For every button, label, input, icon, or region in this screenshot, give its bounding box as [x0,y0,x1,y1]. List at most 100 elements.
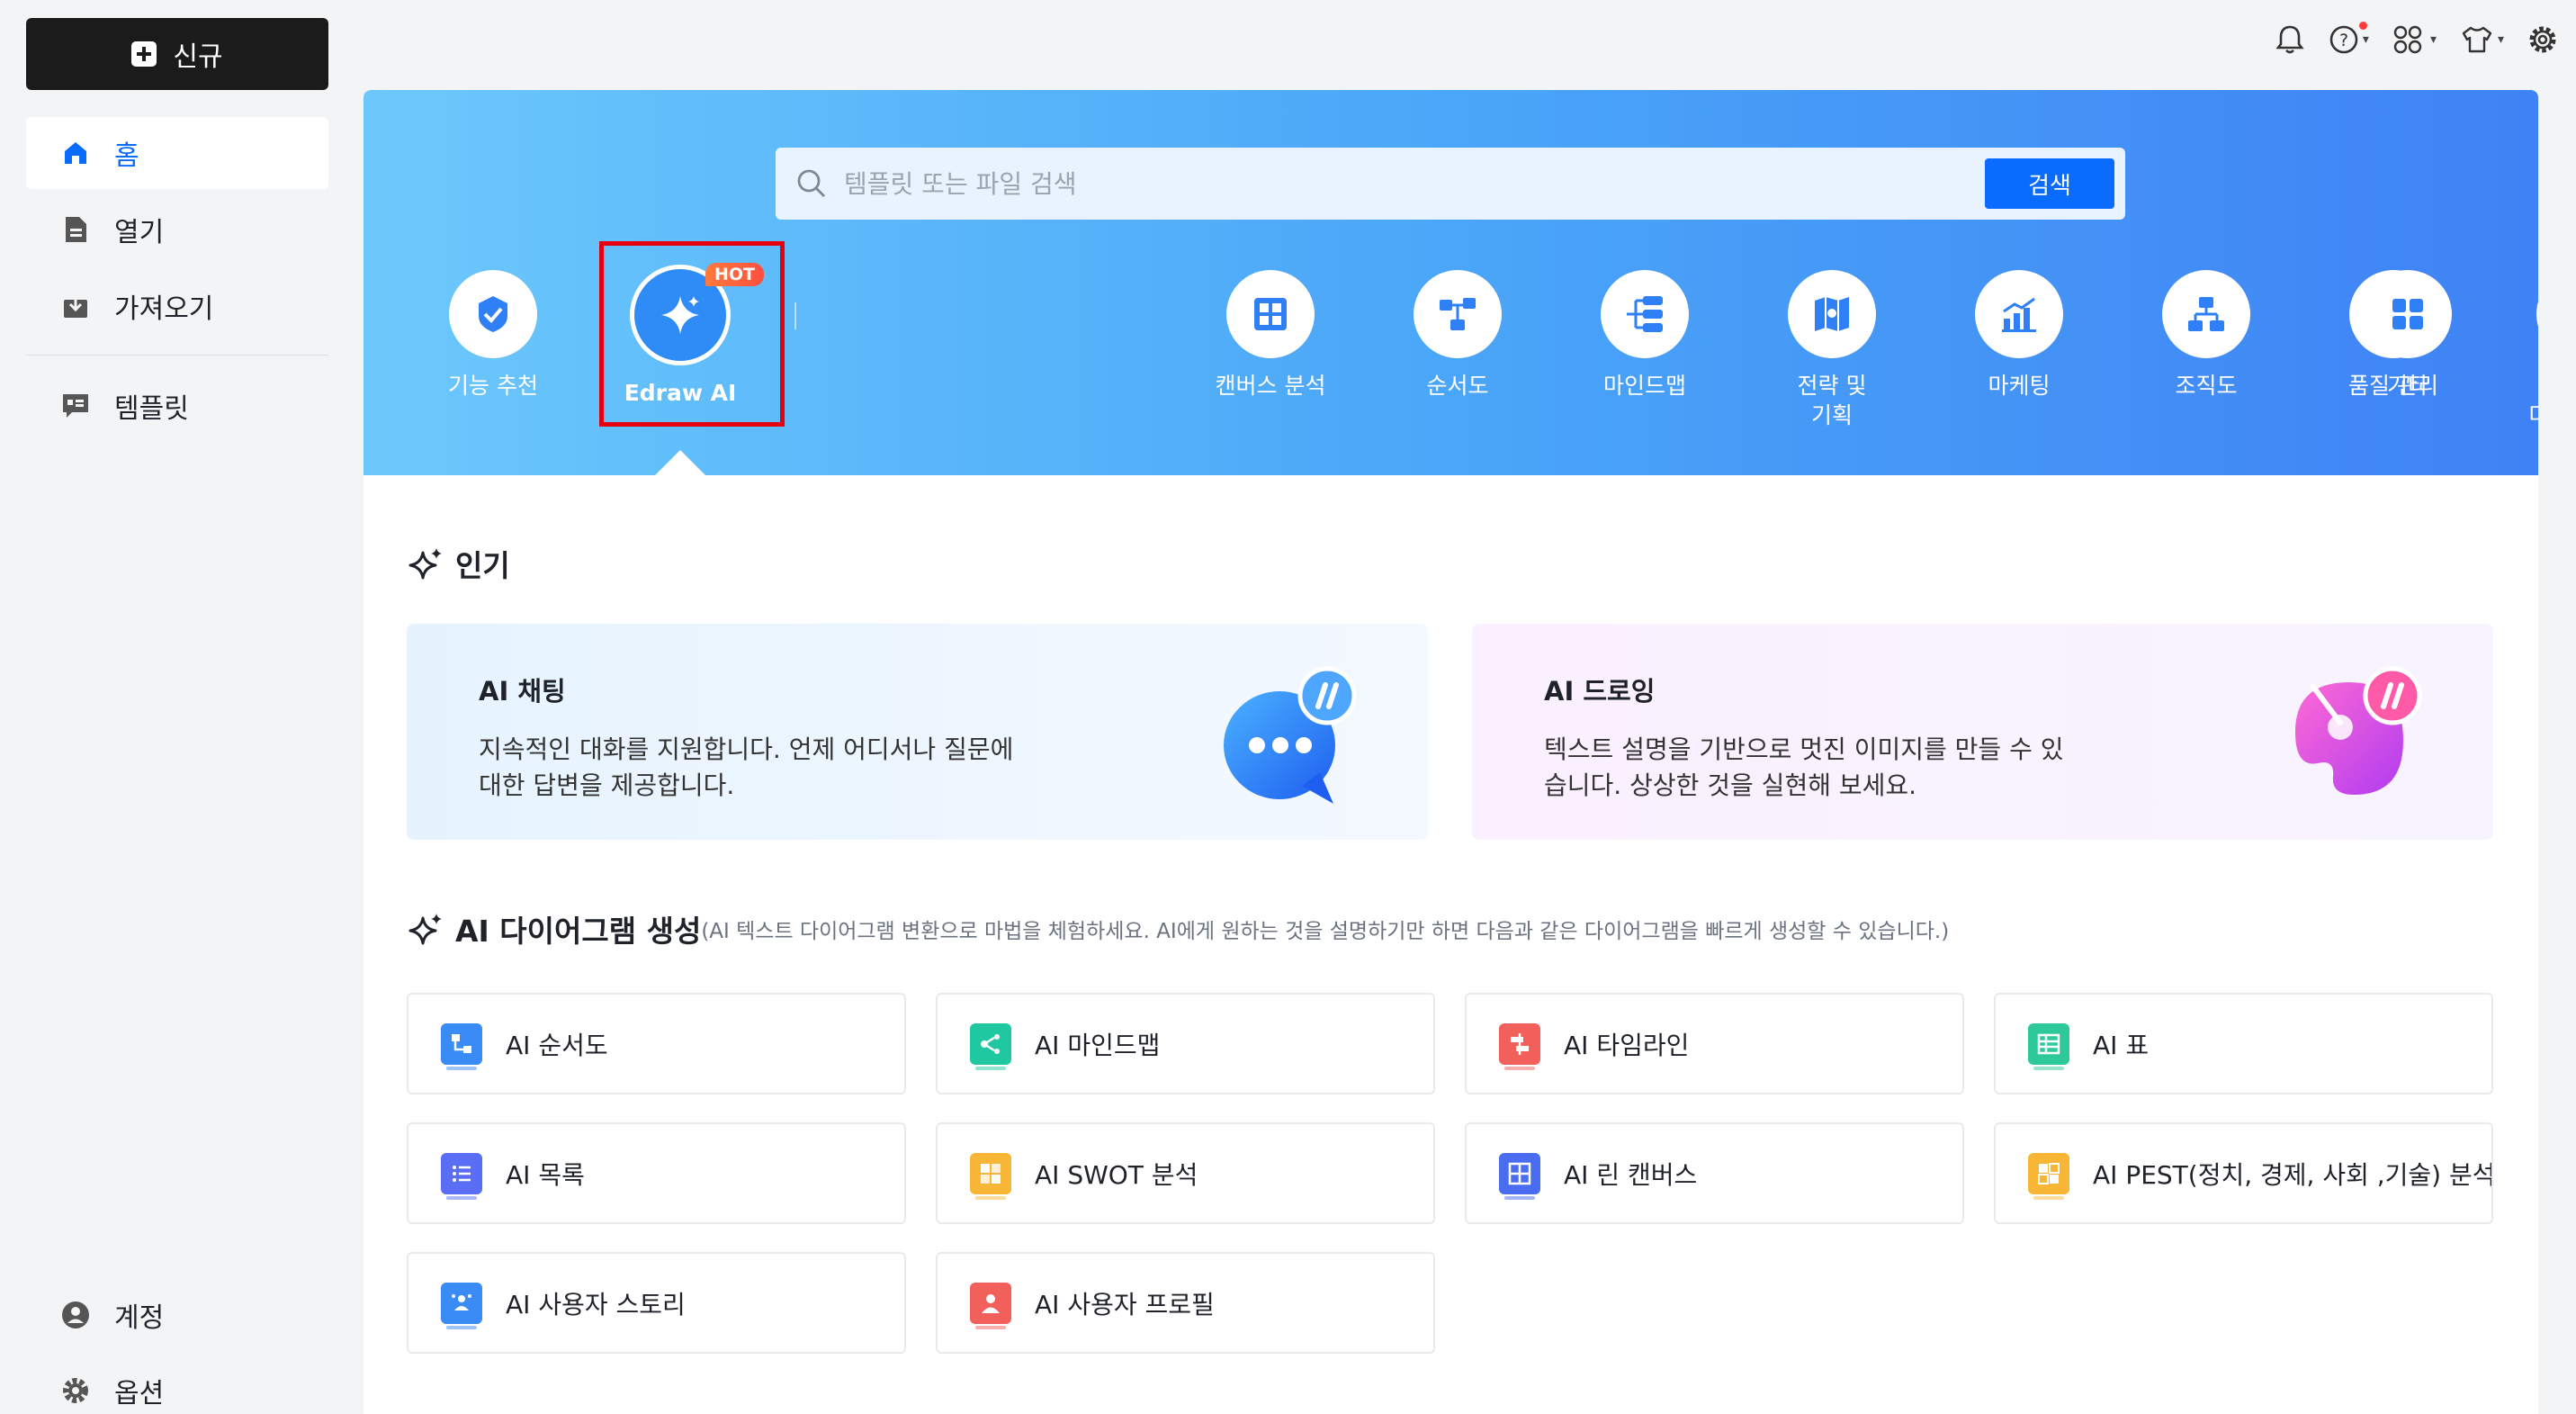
notification-dot [2358,22,2367,30]
sparkle-icon [408,914,442,945]
ai-item-label: AI SWOT 분석 [1035,1159,1198,1190]
pest-icon [2028,1152,2069,1200]
file-icon [60,214,91,245]
apps-button[interactable]: ▾ [2392,20,2437,59]
search-input[interactable] [828,148,1985,220]
sidebar-item-templates[interactable]: 템플릿 [26,370,328,442]
ai-pest-item[interactable]: AI PEST(정치, 경제, 사회 ,기술) 분석 [1994,1122,2493,1224]
canvas-icon [1499,1152,1540,1200]
main-panel: 검색 기능 추천 HOT Edraw AI 캔버스 분석 [364,90,2538,1414]
ai-drawing-description: 텍스트 설명을 기반으로 멋진 이미지를 만들 수 있습니다. 상상한 것을 실… [1544,734,2064,800]
category-label: 마인드맵 [1602,373,1686,399]
category-mindmap[interactable]: 마인드맵 [1564,270,1726,401]
swot-icon [970,1152,1011,1200]
ai-table-item[interactable]: AI 표 [1994,993,2493,1094]
gear-icon [60,1375,91,1406]
category-strategy[interactable]: 전략 및 기획 [1751,270,1913,430]
ai-item-label: AI PEST(정치, 경제, 사회 ,기술) 분석 [2093,1159,2493,1190]
ai-user-story-item[interactable]: AI 사용자 스토리 [407,1252,906,1354]
sidebar-item-account[interactable]: 계정 [26,1279,328,1351]
org-chart-icon [2162,270,2250,358]
others-grid-icon [2364,270,2452,358]
chat-bubble-icon [1224,666,1357,804]
ai-item-label: AI 순서도 [506,1030,608,1060]
category-canvas-analysis[interactable]: 캔버스 분석 [1189,270,1351,401]
ai-diagram-subtitle: (AI 텍스트 다이어그램 변환으로 마법을 체험하세요. AI에게 원하는 것… [701,920,1950,943]
ai-lean-canvas-item[interactable]: AI 린 캔버스 [1465,1122,1964,1224]
shirt-icon [2462,26,2492,53]
featured-icon [449,270,537,358]
ai-chat-description: 지속적인 대화를 지원합니다. 언제 어디서나 질문에 대한 답변을 제공합니다… [479,734,1014,800]
ai-chat-card[interactable]: AI 채팅 지속적인 대화를 지원합니다. 언제 어디서나 질문에 대한 답변을… [407,624,1428,840]
ai-item-label: AI 사용자 프로필 [1035,1289,1215,1319]
sidebar-item-label: 계정 [114,1302,165,1334]
category-featured[interactable]: 기능 추천 [412,270,574,401]
sidebar: 신규 홈 열기 가져오기 템플릿 계정 옵션 [0,0,351,1414]
popular-section-title: 인기 [408,542,510,585]
help-button[interactable]: ? ▾ [2329,20,2369,59]
chevron-down-icon: ▾ [2497,32,2504,47]
flowchart-icon [1414,270,1502,358]
list-icon [441,1152,482,1200]
new-button[interactable]: 신규 [26,18,328,90]
ai-flowchart-item[interactable]: AI 순서도 [407,993,906,1094]
table-icon [2028,1022,2069,1070]
sidebar-item-options[interactable]: 옵션 [26,1355,328,1414]
category-org-chart[interactable]: 조직도 [2125,270,2287,401]
timeline-icon [1499,1022,1540,1070]
mindmap-icon [970,1022,1011,1070]
sidebar-item-home[interactable]: 홈 [26,117,328,189]
settings-button[interactable] [2527,20,2558,59]
selected-indicator [653,450,707,477]
sidebar-item-label: 옵션 [114,1378,165,1409]
plus-icon [131,41,157,67]
account-icon [60,1300,91,1330]
chevron-down-icon: ▾ [2362,32,2369,47]
skin-button[interactable]: ▾ [2460,20,2504,59]
category-marketing[interactable]: 마케팅 [1938,270,2100,401]
category-label: 조직도 [2175,373,2238,399]
sidebar-item-label: 템플릿 [114,393,189,425]
category-label: 캔버스 분석 [1215,373,1326,399]
category-banner: 검색 기능 추천 HOT Edraw AI 캔버스 분석 [364,90,2538,477]
gear-icon [2529,26,2556,53]
category-basic-diagram[interactable]: 기본 다이어그램 [2500,270,2538,430]
sidebar-item-import[interactable]: 가져오기 [26,270,328,342]
ai-item-label: AI 목록 [506,1159,585,1190]
template-icon [60,391,91,421]
category-label: 기본 다이어그램 [2528,371,2538,430]
ai-mindmap-item[interactable]: AI 마인드맵 [936,993,1435,1094]
palette-icon [2295,666,2422,795]
category-label: 마케팅 [1988,373,2051,399]
highlight-box [599,241,785,427]
ai-item-label: AI 표 [2093,1030,2150,1060]
new-button-label: 신규 [173,41,223,73]
ai-swot-item[interactable]: AI SWOT 분석 [936,1122,1435,1224]
chevron-down-icon: ▾ [2429,32,2437,47]
ai-item-label: AI 사용자 스토리 [506,1289,686,1319]
notification-button[interactable] [2275,20,2305,59]
help-icon: ? [2329,25,2358,54]
sidebar-divider [26,355,328,356]
search-icon [797,169,825,197]
ai-drawing-card[interactable]: AI 드로잉 텍스트 설명을 기반으로 멋진 이미지를 만들 수 있습니다. 상… [1472,624,2493,840]
user-profile-icon [970,1282,1011,1329]
search-bar: 검색 [776,148,2125,220]
home-icon [60,138,91,168]
import-icon [60,291,91,321]
category-others[interactable]: 기타 [2327,270,2489,401]
popular-title: 인기 [455,548,510,583]
category-label: 전략 및 기획 [1797,373,1867,428]
ai-diagram-section-title: AI 다이어그램 생성 (AI 텍스트 다이어그램 변환으로 마법을 체험하세요… [408,907,1949,950]
ai-timeline-item[interactable]: AI 타임라인 [1465,993,1964,1094]
bell-icon [2275,25,2304,54]
chart-icon [1975,270,2063,358]
svg-text:?: ? [2339,31,2348,50]
sidebar-item-open[interactable]: 열기 [26,194,328,266]
apps-icon [2393,25,2422,54]
ai-list-item[interactable]: AI 목록 [407,1122,906,1224]
category-flowchart[interactable]: 순서도 [1377,270,1539,401]
ai-user-profile-item[interactable]: AI 사용자 프로필 [936,1252,1435,1354]
ai-item-label: AI 린 캔버스 [1564,1159,1698,1190]
search-button[interactable]: 검색 [1985,158,2114,209]
